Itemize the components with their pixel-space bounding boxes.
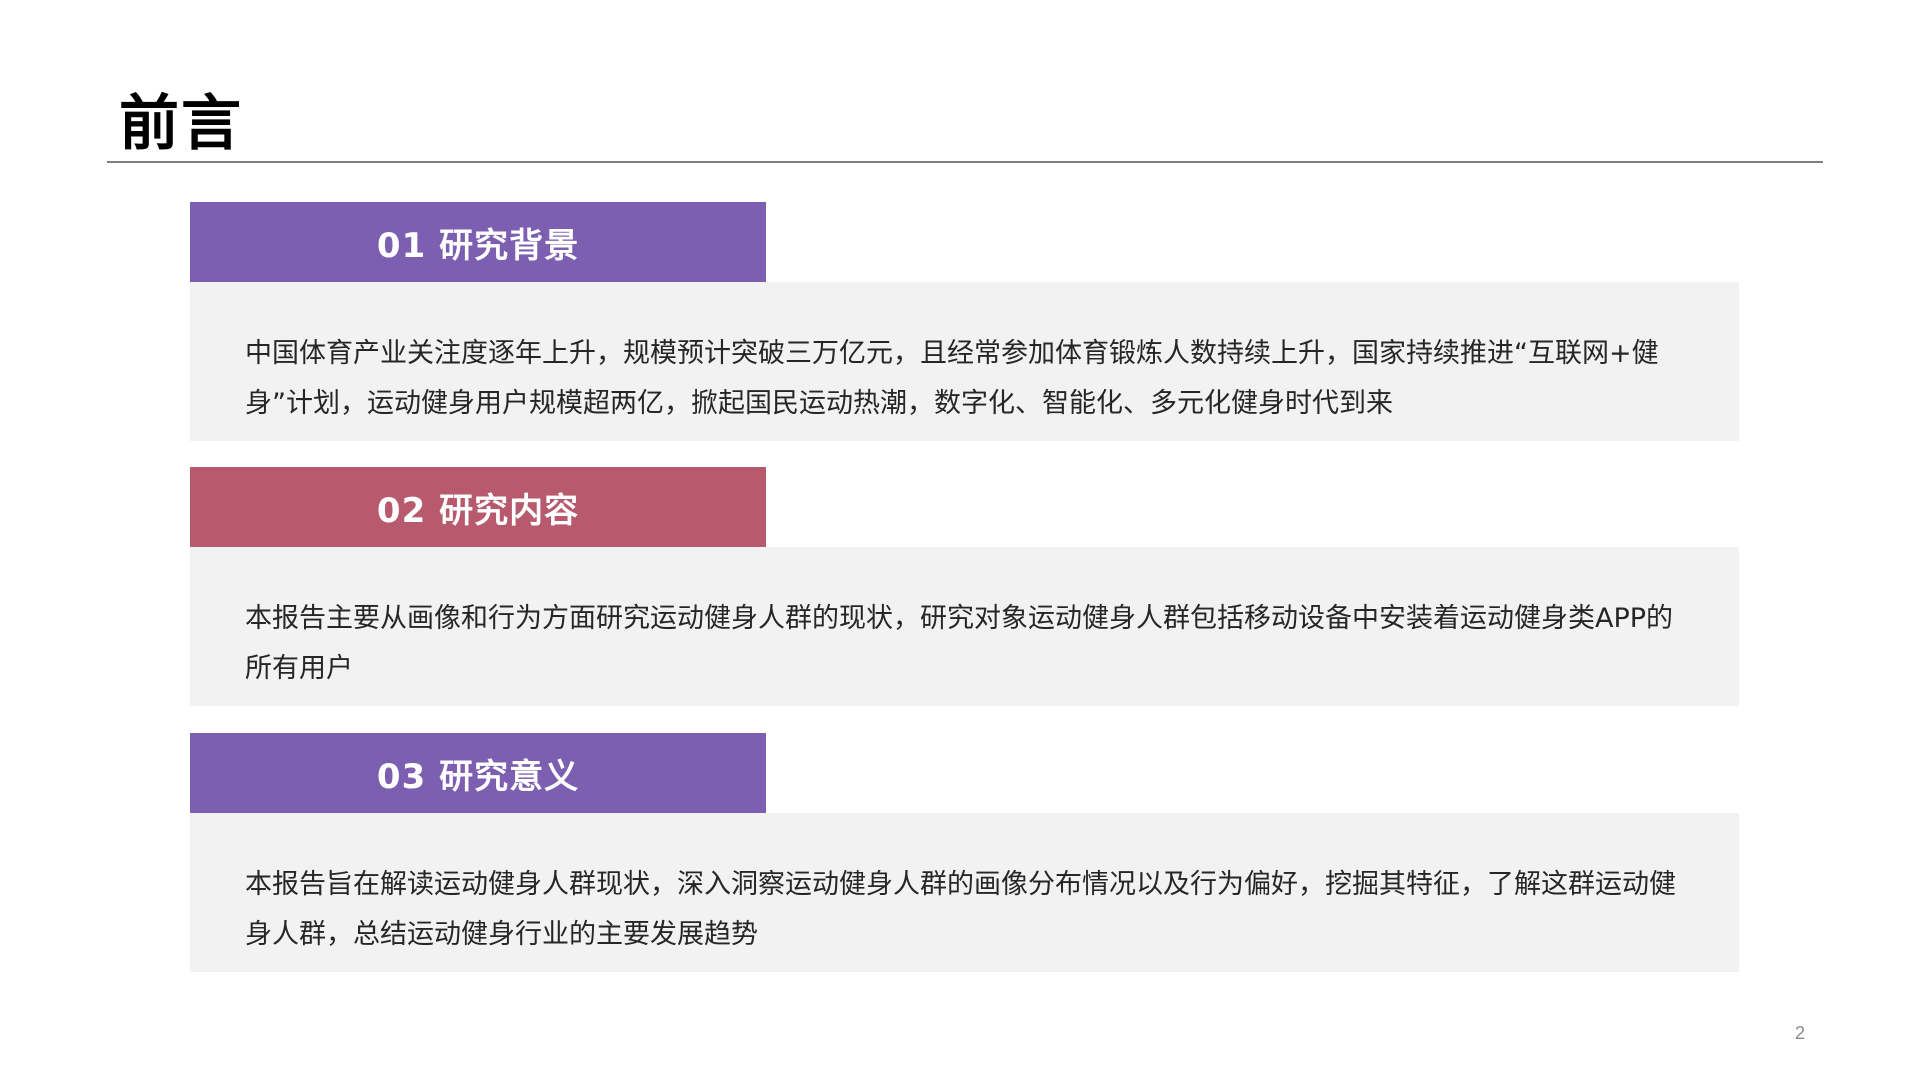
section-text-significance: 本报告旨在解读运动健身人群现状，深入洞察运动健身人群的画像分布情况以及行为偏好，… bbox=[245, 869, 1676, 950]
section-body-background: 中国体育产业关注度逐年上升，规模预计突破三万亿元，且经常参加体育锻炼人数持续上升… bbox=[190, 282, 1739, 441]
section-text-background: 中国体育产业关注度逐年上升，规模预计突破三万亿元，且经常参加体育锻炼人数持续上升… bbox=[245, 338, 1659, 419]
section-header-significance: 03 研究意义 bbox=[190, 733, 766, 813]
section-header-content: 02 研究内容 bbox=[190, 467, 766, 547]
section-header-background: 01 研究背景 bbox=[190, 202, 766, 282]
title-divider bbox=[107, 161, 1823, 163]
page-title: 前言 bbox=[119, 89, 243, 159]
section-text-content: 本报告主要从画像和行为方面研究运动健身人群的现状，研究对象运动健身人群包括移动设… bbox=[245, 603, 1674, 684]
page-number: 2 bbox=[1795, 1023, 1806, 1043]
section-body-significance: 本报告旨在解读运动健身人群现状，深入洞察运动健身人群的画像分布情况以及行为偏好，… bbox=[190, 813, 1739, 972]
section-body-content: 本报告主要从画像和行为方面研究运动健身人群的现状，研究对象运动健身人群包括移动设… bbox=[190, 547, 1739, 706]
